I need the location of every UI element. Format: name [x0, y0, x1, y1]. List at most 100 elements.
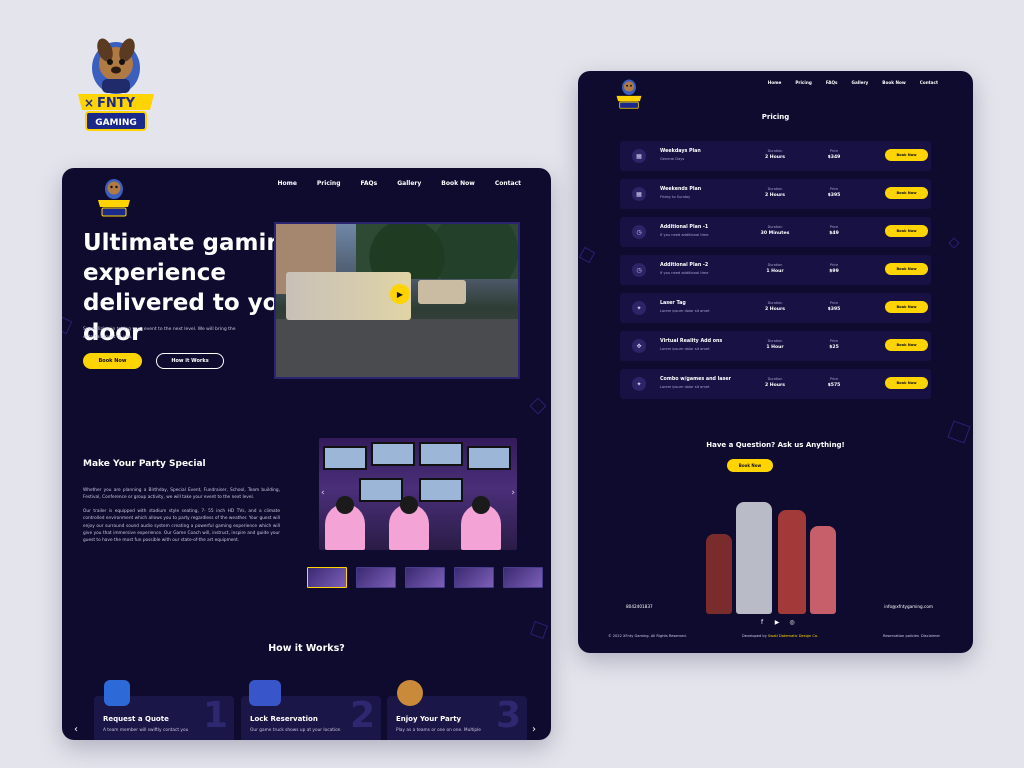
party-description: Whether you are planning a Birthday, Spe… [83, 487, 280, 551]
tv-screen [323, 446, 367, 470]
plan-duration: Duration 1 Hour [766, 263, 784, 274]
landing-page-card: Home Pricing FAQs Gallery Book Now Conta… [62, 168, 551, 740]
gallery-thumbnail[interactable] [454, 567, 494, 588]
game-characters-illustration [704, 489, 844, 614]
plan-price: Price $99 [829, 263, 839, 274]
chevron-right-icon[interactable]: › [511, 488, 515, 498]
nav-home[interactable]: Home [277, 180, 296, 187]
gallery-thumbnail[interactable] [503, 567, 543, 588]
book-now-button[interactable]: Book Now [885, 149, 928, 161]
step-number: 3 [495, 695, 521, 736]
plan-name: Additional Plan -2 [660, 263, 709, 268]
player-head [336, 496, 354, 514]
plan-row: ▦ Weekdays Plan General Days Duration 2 H… [620, 141, 931, 171]
step-card: 3 Enjoy Your Party Play as a teams or on… [387, 680, 527, 740]
site-logo[interactable] [615, 77, 643, 110]
book-now-button[interactable]: Book Now [885, 377, 928, 389]
video-trees [356, 224, 518, 279]
plan-description: If you need additional time [660, 271, 709, 275]
youtube-icon[interactable]: ▶ [773, 619, 781, 627]
nav-book-now[interactable]: Book Now [882, 80, 905, 85]
gallery-thumbnail[interactable] [307, 567, 347, 588]
book-now-button[interactable]: Book Now [885, 301, 928, 313]
nav-contact[interactable]: Contact [920, 80, 938, 85]
site-logo[interactable] [96, 176, 132, 218]
footer-email[interactable]: info@xfntygaming.com [884, 604, 933, 609]
book-now-button[interactable]: Book Now [885, 263, 928, 275]
gallery-main-photo: ‹ › [319, 438, 517, 550]
how-it-works-button[interactable]: How it Works [156, 353, 224, 369]
facebook-icon[interactable]: f [758, 619, 766, 627]
main-nav: Home Pricing FAQs Gallery Book Now Conta… [768, 80, 938, 85]
nav-gallery[interactable]: Gallery [397, 180, 421, 187]
social-links: f ▶ ◎ [758, 619, 796, 627]
quote-icon [104, 680, 130, 706]
video-truck [418, 280, 466, 304]
truck-icon [249, 680, 281, 706]
question-book-now-button[interactable]: Book Now [727, 459, 773, 472]
gallery-thumbnail[interactable] [405, 567, 445, 588]
plan-duration: Duration 30 Minutes [760, 225, 790, 236]
svg-text:GAMING: GAMING [95, 118, 137, 128]
book-now-button[interactable]: Book Now [83, 353, 142, 369]
nav-book-now[interactable]: Book Now [441, 180, 475, 187]
plan-row: ▦ Weekends Plan Friday to Sunday Duratio… [620, 179, 931, 209]
plan-name: Weekdays Plan [660, 149, 701, 154]
developed-by: Developed by Swati Datematic Design Co. [742, 634, 819, 638]
step-text: Our game truck shows up at your location [250, 728, 341, 733]
tv-screen [467, 446, 511, 470]
disclaimer-link[interactable]: Disclaimer [921, 634, 940, 638]
plan-name: Virtual Reality Add ons [660, 339, 723, 344]
clock-icon: ◷ [632, 225, 646, 239]
plan-row: ◷ Additional Plan -1 If you need additio… [620, 217, 931, 247]
pricing-title: Pricing [761, 113, 790, 121]
svg-text:×: × [84, 96, 94, 110]
plan-description: General Days [660, 157, 685, 161]
svg-text:FNTY: FNTY [97, 96, 136, 111]
tv-screen [371, 442, 415, 466]
book-now-button[interactable]: Book Now [885, 187, 928, 199]
instagram-icon[interactable]: ◎ [788, 619, 796, 627]
chevron-left-icon[interactable]: ‹ [74, 724, 78, 735]
character [810, 526, 836, 614]
plan-duration: Duration 2 Hours [764, 301, 786, 312]
nav-home[interactable]: Home [768, 80, 782, 85]
footer-phone[interactable]: 8042401837 [626, 604, 653, 609]
nav-faqs[interactable]: FAQs [361, 180, 378, 187]
step-number: 2 [349, 695, 375, 736]
party-paragraph-1: Whether you are planning a Birthday, Spe… [83, 488, 280, 501]
step-title: Request a Quote [103, 715, 169, 723]
chevron-right-icon[interactable]: › [532, 724, 536, 735]
nav-contact[interactable]: Contact [495, 180, 521, 187]
chevron-left-icon[interactable]: ‹ [321, 488, 325, 498]
decor-shape [948, 237, 960, 249]
step-title: Lock Reservation [250, 715, 318, 723]
step-card: 2 Lock Reservation Our game truck shows … [241, 680, 381, 740]
plan-price: Price $575 [827, 377, 841, 388]
plan-description: Friday to Sunday [660, 195, 691, 199]
video-road [276, 319, 518, 377]
book-now-button[interactable]: Book Now [885, 339, 928, 351]
plan-name: Weekends Plan [660, 187, 702, 192]
gallery-thumbnail[interactable] [356, 567, 396, 588]
plan-duration: Duration 2 Hours [764, 149, 786, 160]
developer-link[interactable]: Swati Datematic Design Co. [768, 634, 818, 638]
nav-gallery[interactable]: Gallery [852, 80, 869, 85]
bulb-icon: ✦ [632, 377, 646, 391]
clock-icon: ◷ [632, 263, 646, 277]
nav-pricing[interactable]: Pricing [795, 80, 811, 85]
vr-icon: ✥ [632, 339, 646, 353]
calendar-icon: ▦ [632, 187, 646, 201]
nav-faqs[interactable]: FAQs [826, 80, 838, 85]
tv-screen [419, 442, 463, 466]
plan-description: Lorem ipsum dolor sit amet [660, 385, 710, 389]
play-icon[interactable]: ▶ [390, 284, 410, 304]
book-now-button[interactable]: Book Now [885, 225, 928, 237]
reservation-policies-link[interactable]: Reservation policies [883, 634, 919, 638]
plan-row: ✦ Combo w/games and laser Lorem ipsum do… [620, 369, 931, 399]
character [778, 510, 806, 614]
nav-pricing[interactable]: Pricing [317, 180, 341, 187]
plan-price: Price $49 [829, 225, 839, 236]
hero-video[interactable]: ▶ [274, 222, 520, 379]
plan-duration: Duration 1 Hour [766, 339, 784, 350]
